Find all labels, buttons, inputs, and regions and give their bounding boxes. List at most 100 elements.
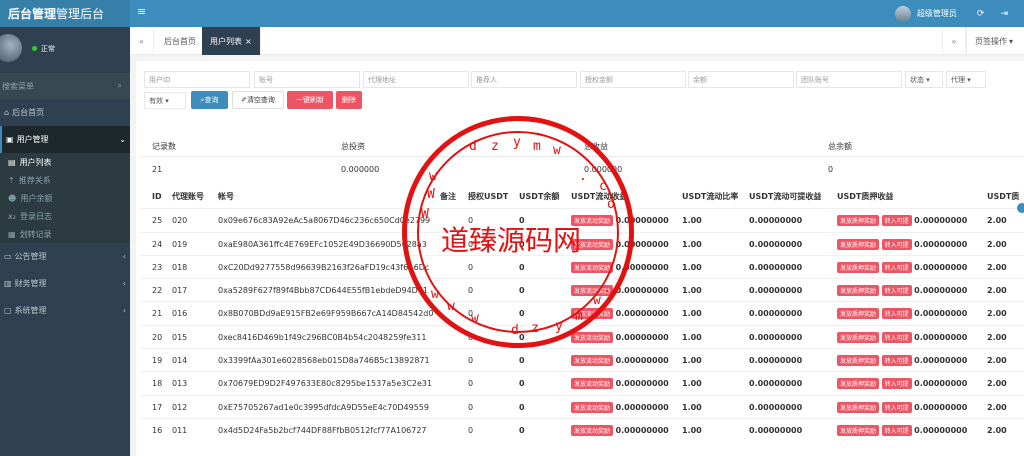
cell-auth-usdt: 0 [468,285,474,295]
valid-select[interactable]: 有效 ▾ [144,92,186,109]
delete-button[interactable]: 删除 [336,91,362,109]
proxy-select[interactable]: 代理 ▾ [946,71,986,88]
admin-name[interactable]: 超级管理员 [917,8,957,19]
sidebar-item-balance[interactable]: ☻ 用户余额 [0,189,130,207]
summary-header-row: 记录数 总投资 总收益 总余额 [140,137,1024,157]
issue-liquid-reward-button[interactable]: 发放流动奖励 [571,284,614,296]
issue-pledge-reward-button[interactable]: 发放质押奖励 [837,307,880,319]
page-ops-menu[interactable]: 页签操作 ▾ [966,27,1021,55]
table-row: 21 016 0x8B070BDd9aE915FB2e69F959B667cA14D… [140,301,1024,324]
issue-liquid-reward-button[interactable]: 发放流动奖励 [571,331,614,343]
issue-liquid-reward-button[interactable]: 发放流动奖励 [571,307,614,319]
tab-user-list[interactable]: 用户列表 × [202,27,261,55]
liquid-income-value: 0.00000000 [615,308,669,318]
transfer-withdrawable-button[interactable]: 转入可提 [881,307,912,319]
clear-query-button[interactable]: ✐ 清空查询 [232,91,284,109]
sidebar-item-label: 用户管理 [16,135,49,144]
transfer-withdrawable-button[interactable]: 转入可提 [881,214,912,226]
auth-amount-input[interactable]: 授权金额 [580,71,686,88]
issue-pledge-reward-button[interactable]: 发放质押奖励 [837,401,880,413]
column-header[interactable]: USDT余额 [519,191,559,202]
cell-ratio: 1.00 [682,378,702,388]
menu-toggle-icon[interactable]: ≡ [137,5,146,18]
column-header[interactable]: USDT质押收益 [837,191,893,202]
sidebar-item-user-mgmt[interactable]: ▣ 用户管理 ⌄ [0,126,130,153]
balance-input[interactable]: 余额 [688,71,794,88]
refresh-all-button[interactable]: 一键刷新 [287,91,333,109]
cell-ratio: 1.00 [682,262,702,272]
issue-pledge-reward-button[interactable]: 发放质押奖励 [837,354,880,366]
sidebar-item-system[interactable]: ▢ 系统管理 ‹ [0,297,130,324]
query-button[interactable]: ⌕ 查询 [191,91,228,109]
tab-home[interactable]: 后台首页 [156,27,205,55]
column-header[interactable]: USDT流动比率 [682,191,738,202]
issue-liquid-reward-button[interactable]: 发放流动奖励 [571,424,614,436]
menu-search[interactable]: 搜索菜单 ⌕ [0,73,130,99]
issue-pledge-reward-button[interactable]: 发放质押奖励 [837,331,880,343]
button-label: 删除 [342,96,356,104]
column-header[interactable]: 代理账号 [172,191,204,202]
user-id-input[interactable]: 用户ID [144,71,250,88]
tab-prev-icon[interactable]: « [130,27,154,55]
column-header[interactable]: 帐号 [218,191,234,202]
cell-usdt-balance: 0 [519,355,525,365]
transfer-withdrawable-button[interactable]: 转入可提 [881,401,912,413]
liquid-income-value: 0.00000000 [615,355,669,365]
sidebar-item-user-list[interactable]: ▤ 用户列表 [0,153,130,171]
referrer-input[interactable]: 推荐人 [471,71,577,88]
search-icon[interactable]: ⌕ [118,81,122,91]
issue-pledge-reward-button[interactable]: 发放质押奖励 [837,238,880,250]
cell-ratio: 1.00 [682,355,702,365]
app-logo[interactable]: 后台管理 管理后台 [0,0,130,27]
status-select[interactable]: 状态 ▾ [905,71,943,88]
issue-pledge-reward-button[interactable]: 发放质押奖励 [837,284,880,296]
sidebar-item-referral[interactable]: ⇡ 推荐关系 [0,171,130,189]
column-header[interactable]: USDT质 [987,191,1019,202]
proxy-address-input[interactable]: 代理地址 [363,71,469,88]
sidebar-item-transfer[interactable]: ▦ 划转记录 [0,225,130,243]
issue-liquid-reward-button[interactable]: 发放流动奖励 [571,354,614,366]
transfer-withdrawable-button[interactable]: 转入可提 [881,354,912,366]
transfer-withdrawable-button[interactable]: 转入可提 [881,238,912,250]
issue-liquid-reward-button[interactable]: 发放流动奖励 [571,261,614,273]
side-float-icon[interactable] [1017,203,1024,213]
admin-avatar[interactable] [894,5,911,22]
column-header[interactable]: 授权USDT [468,191,508,202]
cell-agent: 018 [172,262,188,272]
issue-pledge-reward-button[interactable]: 发放质押奖励 [837,377,880,389]
summary-header: 记录数 [152,142,176,151]
issue-liquid-reward-button[interactable]: 发放流动奖励 [571,238,614,250]
issue-liquid-reward-button[interactable]: 发放流动奖励 [571,401,614,413]
refresh-icon[interactable]: ⟳ [977,9,985,19]
pledge-income-value: 0.00000000 [914,402,968,412]
exit-icon[interactable]: ⇥ [1000,9,1008,19]
transfer-withdrawable-button[interactable]: 转入可提 [881,284,912,296]
sidebar-item-finance[interactable]: ▥ 财务管理 ‹ [0,270,130,297]
cell-address: 0x4d5D24Fa5b2bcf744DF88FfbB0512fcf77A106… [218,425,427,435]
close-icon[interactable]: × [245,37,252,46]
column-header[interactable]: USDT流动可提收益 [749,191,821,202]
tab-next-icon[interactable]: » [942,27,966,55]
team-account-input[interactable]: 团队账号 [796,71,902,88]
sidebar-item-login-log[interactable]: x₂ 登录日志 [0,207,130,225]
cell-address: 0xa5289F627f89f4Bbb87CD644E55fB1ebdeD94D… [218,285,429,295]
issue-pledge-reward-button[interactable]: 发放质押奖励 [837,261,880,273]
issue-pledge-reward-button[interactable]: 发放质押奖励 [837,424,880,436]
transfer-withdrawable-button[interactable]: 转入可提 [881,424,912,436]
transfer-withdrawable-button[interactable]: 转入可提 [881,331,912,343]
issue-liquid-reward-button[interactable]: 发放流动奖励 [571,377,614,389]
cell-pledge-income: 发放质押奖励 转入可提 0.00000000 [837,284,967,296]
cell-last: 2.00 [987,285,1007,295]
column-header[interactable]: 备注 [440,191,456,202]
issue-pledge-reward-button[interactable]: 发放质押奖励 [837,214,880,226]
column-header[interactable]: USDT流动收益 [571,191,627,202]
column-header[interactable]: ID [152,192,162,201]
sidebar-item-announcement[interactable]: ▭ 公告管理 ‹ [0,243,130,270]
issue-liquid-reward-button[interactable]: 发放流动奖励 [571,214,614,226]
sidebar-item-home[interactable]: ⌂ 后台首页 [0,99,130,126]
transfer-withdrawable-button[interactable]: 转入可提 [881,377,912,389]
submenu-label: 登录日志 [19,211,52,221]
account-input[interactable]: 账号 [254,71,360,88]
cell-usdt-balance: 0 [519,308,525,318]
transfer-withdrawable-button[interactable]: 转入可提 [881,261,912,273]
